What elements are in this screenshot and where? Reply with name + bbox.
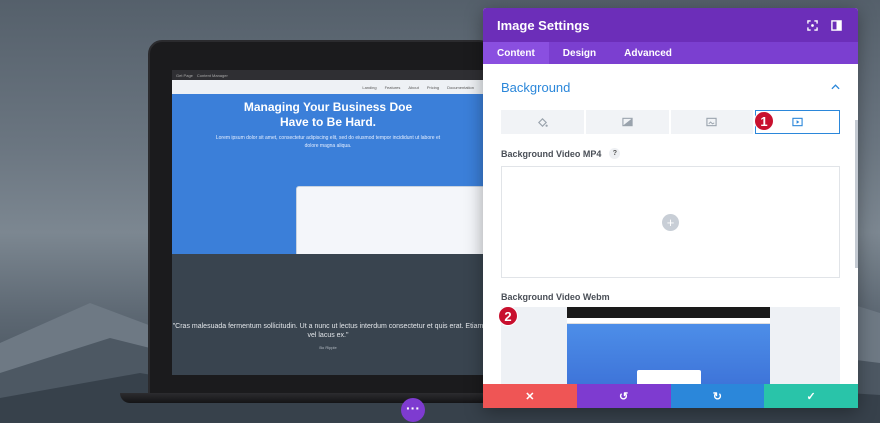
background-type-tabs xyxy=(501,110,840,134)
panel-tabs: Content Design Advanced xyxy=(483,42,858,64)
laptop-screen: Get Page Content Manager Landing Feature… xyxy=(172,70,484,375)
more-options-button[interactable]: ··· xyxy=(401,398,425,422)
nav-item: Documentation xyxy=(447,84,474,90)
tab-advanced[interactable]: Advanced xyxy=(610,42,686,64)
annotation-badge-2: 2 xyxy=(498,306,518,326)
webm-label-text: Background Video Webm xyxy=(501,292,610,302)
panel-header: Image Settings xyxy=(483,8,858,42)
sidebar-toggle-icon[interactable] xyxy=(828,17,844,33)
mp4-upload-area[interactable]: + xyxy=(501,166,840,278)
video-letterbox xyxy=(567,307,770,318)
cancel-button[interactable]: ✕ xyxy=(483,384,577,408)
hero-section: Managing Your Business Doe Have to Be Ha… xyxy=(172,94,484,282)
quote-text: "Cras malesuada fermentum sollicitudin. … xyxy=(172,323,484,339)
browser-tab: Content Manager xyxy=(196,72,228,78)
panel-footer: ✕ ↺ ↻ ✓ xyxy=(483,384,858,408)
browser-bar: Get Page Content Manager xyxy=(172,70,484,80)
hero-title-line-1: Managing Your Business Doe xyxy=(243,100,413,114)
redo-button[interactable]: ↻ xyxy=(670,384,765,408)
hero-title: Managing Your Business Doe Have to Be Ha… xyxy=(172,94,484,130)
image-icon xyxy=(706,117,718,127)
bg-gradient-tab[interactable] xyxy=(585,110,669,134)
nav-item: About xyxy=(408,84,419,90)
browser-tab: Get Page xyxy=(176,72,193,78)
gradient-icon xyxy=(621,117,633,127)
nav-item: Landing xyxy=(362,84,377,90)
mp4-field-label: Background Video MP4 ? xyxy=(501,148,840,159)
testimonial-quote: "Cras malesuada fermentum sollicitudin. … xyxy=(172,322,484,352)
undo-button[interactable]: ↺ xyxy=(576,384,671,408)
hero-text: Lorem ipsum dolor sit amet, consectetur … xyxy=(215,135,441,149)
tab-content[interactable]: Content xyxy=(483,42,549,64)
help-icon[interactable]: ? xyxy=(609,148,621,159)
bg-color-tab[interactable] xyxy=(501,110,584,134)
webm-field-label: Background Video Webm xyxy=(501,292,840,302)
laptop-frame: Get Page Content Manager Landing Feature… xyxy=(148,40,493,395)
bg-image-tab[interactable] xyxy=(670,110,754,134)
nav-item: Features xyxy=(384,84,401,90)
site-nav: Landing Features About Pricing Documenta… xyxy=(172,80,484,94)
chevron-up-icon[interactable] xyxy=(831,82,840,93)
quote-author: Bo Ripple xyxy=(319,345,337,350)
save-button[interactable]: ✓ xyxy=(764,384,858,408)
fullscreen-icon[interactable] xyxy=(804,17,820,33)
mp4-label-text: Background Video MP4 xyxy=(501,148,602,159)
laptop-base xyxy=(120,393,520,403)
image-settings-panel: Image Settings Content Design Advanced B… xyxy=(483,8,858,408)
panel-title: Image Settings xyxy=(497,17,590,33)
annotation-badge-1: 1 xyxy=(754,111,774,131)
background-section: Background Background Video MP4 ? + Back… xyxy=(483,64,858,397)
section-title: Background xyxy=(501,79,571,95)
tab-design[interactable]: Design xyxy=(549,42,610,64)
hero-title-line-2: Have to Be Hard. xyxy=(279,115,377,129)
paint-bucket-icon xyxy=(537,117,548,127)
panel-body: Background Background Video MP4 ? + Back… xyxy=(483,64,858,397)
nav-item: Pricing xyxy=(426,84,440,90)
panel-scrollbar[interactable] xyxy=(855,120,858,268)
screen-lower-area xyxy=(172,254,484,375)
video-icon xyxy=(792,117,803,127)
add-icon[interactable]: + xyxy=(662,213,679,231)
section-header[interactable]: Background xyxy=(501,64,840,110)
